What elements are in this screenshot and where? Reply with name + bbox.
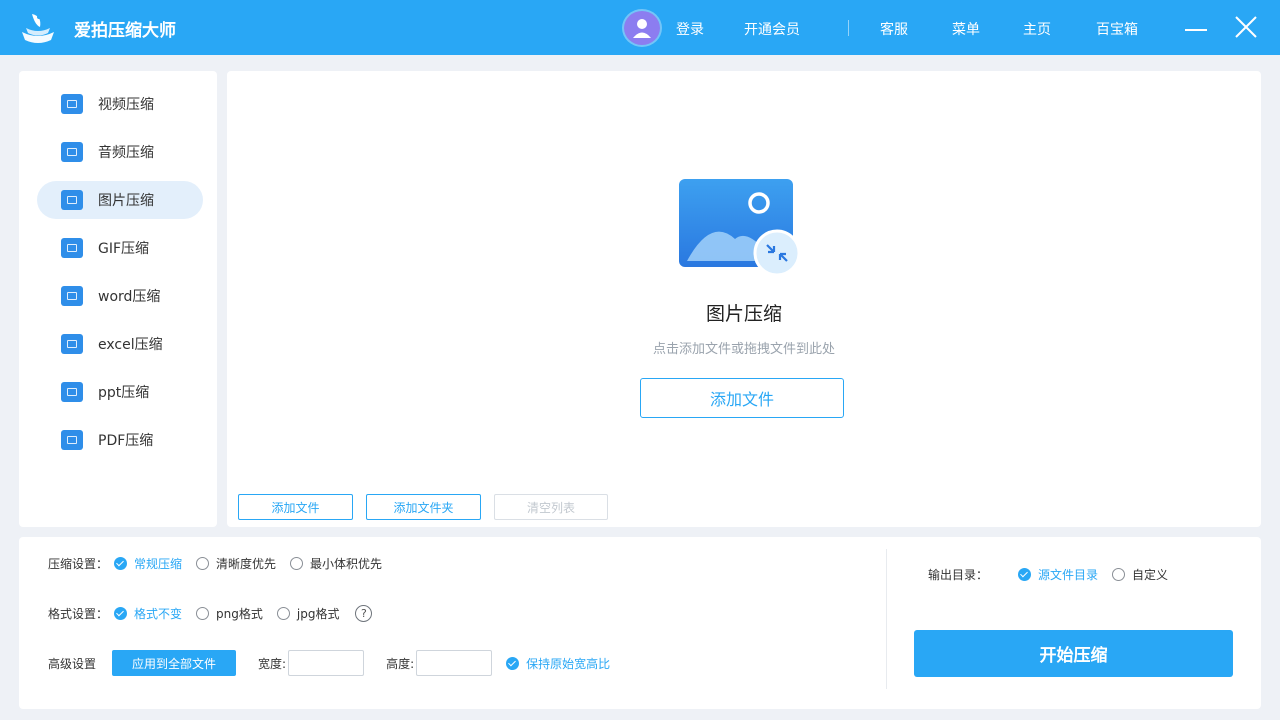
compress-option-clarity[interactable]: 清晰度优先 [196,555,276,572]
radio-checked-icon [1018,568,1031,581]
word-icon [61,286,83,306]
checkbox-checked-icon [506,657,519,670]
add-file-button[interactable]: 添加文件 [238,494,353,520]
home-link[interactable]: 主页 [1023,19,1051,39]
sidebar-item-label: PDF压缩 [98,430,153,450]
radio-icon [196,557,209,570]
format-option-keep[interactable]: 格式不变 [114,605,182,622]
apply-all-button[interactable]: 应用到全部文件 [112,650,236,676]
app-title: 爱拍压缩大师 [74,16,176,41]
height-input[interactable] [416,650,492,676]
sidebar-item-gif[interactable]: GIF压缩 [37,229,203,267]
settings-panel: 压缩设置： 常规压缩 清晰度优先 最小体积优先 格式设置： 格式不变 png格式… [19,537,1261,709]
output-dir-row: 输出目录： 源文件目录 自定义 [928,566,1182,583]
close-icon [1234,15,1258,39]
sidebar-item-label: word压缩 [98,286,160,306]
video-icon [61,94,83,114]
vip-link[interactable]: 开通会员 [744,19,800,39]
radio-checked-icon [114,557,127,570]
radio-icon [196,607,209,620]
radio-icon [277,607,290,620]
start-compress-button[interactable]: 开始压缩 [914,630,1233,677]
sidebar-item-label: excel压缩 [98,334,163,354]
format-option-jpg[interactable]: jpg格式 [277,605,340,622]
sidebar-item-label: 音频压缩 [98,142,154,162]
output-option-custom[interactable]: 自定义 [1112,566,1168,583]
sidebar-item-word[interactable]: word压缩 [37,277,203,315]
user-icon [632,17,652,39]
add-file-main-button[interactable]: 添加文件 [640,378,844,418]
sidebar: 视频压缩 音频压缩 图片压缩 GIF压缩 word压缩 excel压缩 ppt压… [19,71,217,527]
app-logo-icon [18,10,58,46]
sidebar-item-video[interactable]: 视频压缩 [37,85,203,123]
add-folder-button[interactable]: 添加文件夹 [366,494,481,520]
sidebar-item-ppt[interactable]: ppt压缩 [37,373,203,411]
sidebar-item-label: 图片压缩 [98,190,154,210]
sidebar-item-image[interactable]: 图片压缩 [37,181,203,219]
excel-icon [61,334,83,354]
format-option-png[interactable]: png格式 [196,605,263,622]
gif-icon [61,238,83,258]
output-option-source[interactable]: 源文件目录 [1018,566,1098,583]
sidebar-item-label: ppt压缩 [98,382,149,402]
clear-list-button[interactable]: 清空列表 [494,494,608,520]
output-dir-label: 输出目录： [928,566,988,583]
service-link[interactable]: 客服 [880,19,908,39]
radio-checked-icon [114,607,127,620]
menu-link[interactable]: 菜单 [952,19,980,39]
minimize-icon [1184,15,1208,39]
compress-settings-label: 压缩设置： [48,555,108,572]
login-link[interactable]: 登录 [676,19,704,39]
advanced-settings-label: 高级设置 [48,655,96,672]
compress-settings-row: 压缩设置： 常规压缩 清晰度优先 最小体积优先 [48,555,396,572]
help-icon[interactable]: ? [355,605,372,622]
format-settings-row: 格式设置： 格式不变 png格式 jpg格式 ? [48,605,372,622]
drop-hint: 点击添加文件或拖拽文件到此处 [227,338,1261,357]
drop-area[interactable]: 图片压缩 点击添加文件或拖拽文件到此处 添加文件 添加文件 添加文件夹 清空列表 [227,71,1261,527]
sidebar-item-excel[interactable]: excel压缩 [37,325,203,363]
compress-option-smallest[interactable]: 最小体积优先 [290,555,382,572]
height-label: 高度: [386,655,414,672]
treasure-link[interactable]: 百宝箱 [1096,19,1138,39]
minimize-button[interactable] [1181,12,1211,42]
pdf-icon [61,430,83,450]
sidebar-item-label: GIF压缩 [98,238,149,258]
settings-divider [886,549,887,689]
audio-icon [61,142,83,162]
avatar[interactable] [624,11,660,45]
close-button[interactable] [1231,12,1261,42]
keep-ratio-checkbox[interactable]: 保持原始宽高比 [506,655,610,672]
sidebar-item-audio[interactable]: 音频压缩 [37,133,203,171]
sidebar-item-label: 视频压缩 [98,94,154,114]
width-label: 宽度: [258,655,286,672]
title-bar: 爱拍压缩大师 登录 开通会员 客服 菜单 主页 百宝箱 [0,0,1280,55]
width-input[interactable] [288,650,364,676]
image-icon [61,190,83,210]
radio-icon [290,557,303,570]
compress-option-normal[interactable]: 常规压缩 [114,555,182,572]
radio-icon [1112,568,1125,581]
image-compress-icon [677,177,803,277]
format-settings-label: 格式设置： [48,605,108,622]
drop-title: 图片压缩 [227,299,1261,326]
ppt-icon [61,382,83,402]
sidebar-item-pdf[interactable]: PDF压缩 [37,421,203,459]
header-divider [848,20,849,36]
advanced-settings-row: 高级设置 应用到全部文件 宽度: 高度: 保持原始宽高比 [48,650,624,676]
